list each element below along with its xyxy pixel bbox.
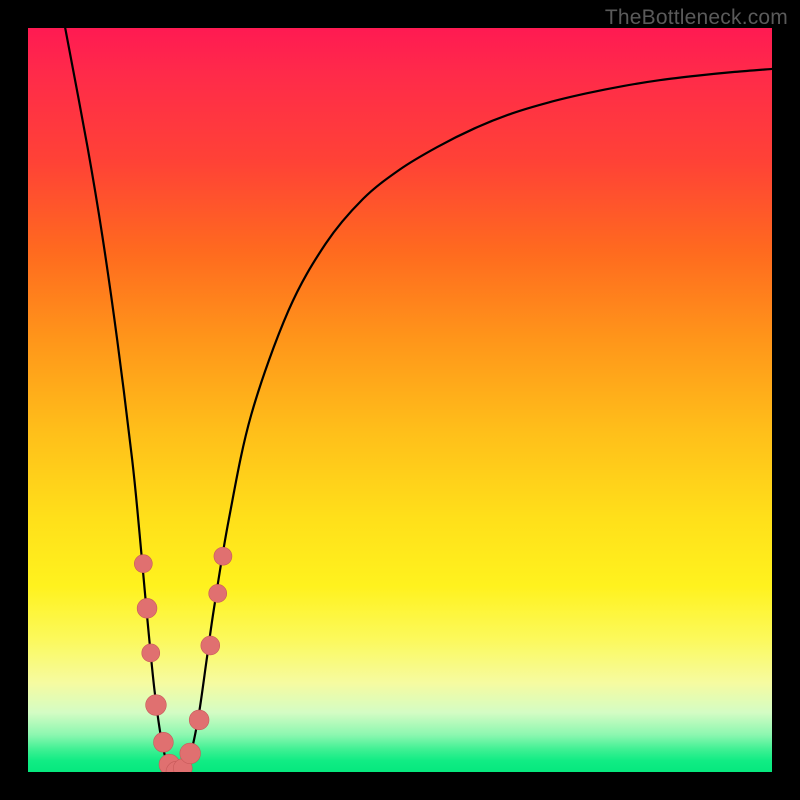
highlight-dot — [189, 710, 209, 730]
highlight-dot — [137, 598, 157, 618]
watermark-text: TheBottleneck.com — [605, 6, 788, 30]
chart-frame: TheBottleneck.com — [0, 0, 800, 800]
highlight-dot — [209, 584, 227, 602]
highlight-dot — [180, 743, 201, 764]
highlight-dot — [134, 555, 152, 573]
highlight-dot — [214, 547, 232, 565]
bottleneck-curve — [65, 28, 772, 772]
highlight-dot — [142, 644, 160, 662]
highlight-dot — [154, 732, 174, 752]
highlight-dot — [201, 636, 220, 655]
chart-svg — [28, 28, 772, 772]
plot-area — [28, 28, 772, 772]
highlight-dot — [146, 695, 167, 716]
